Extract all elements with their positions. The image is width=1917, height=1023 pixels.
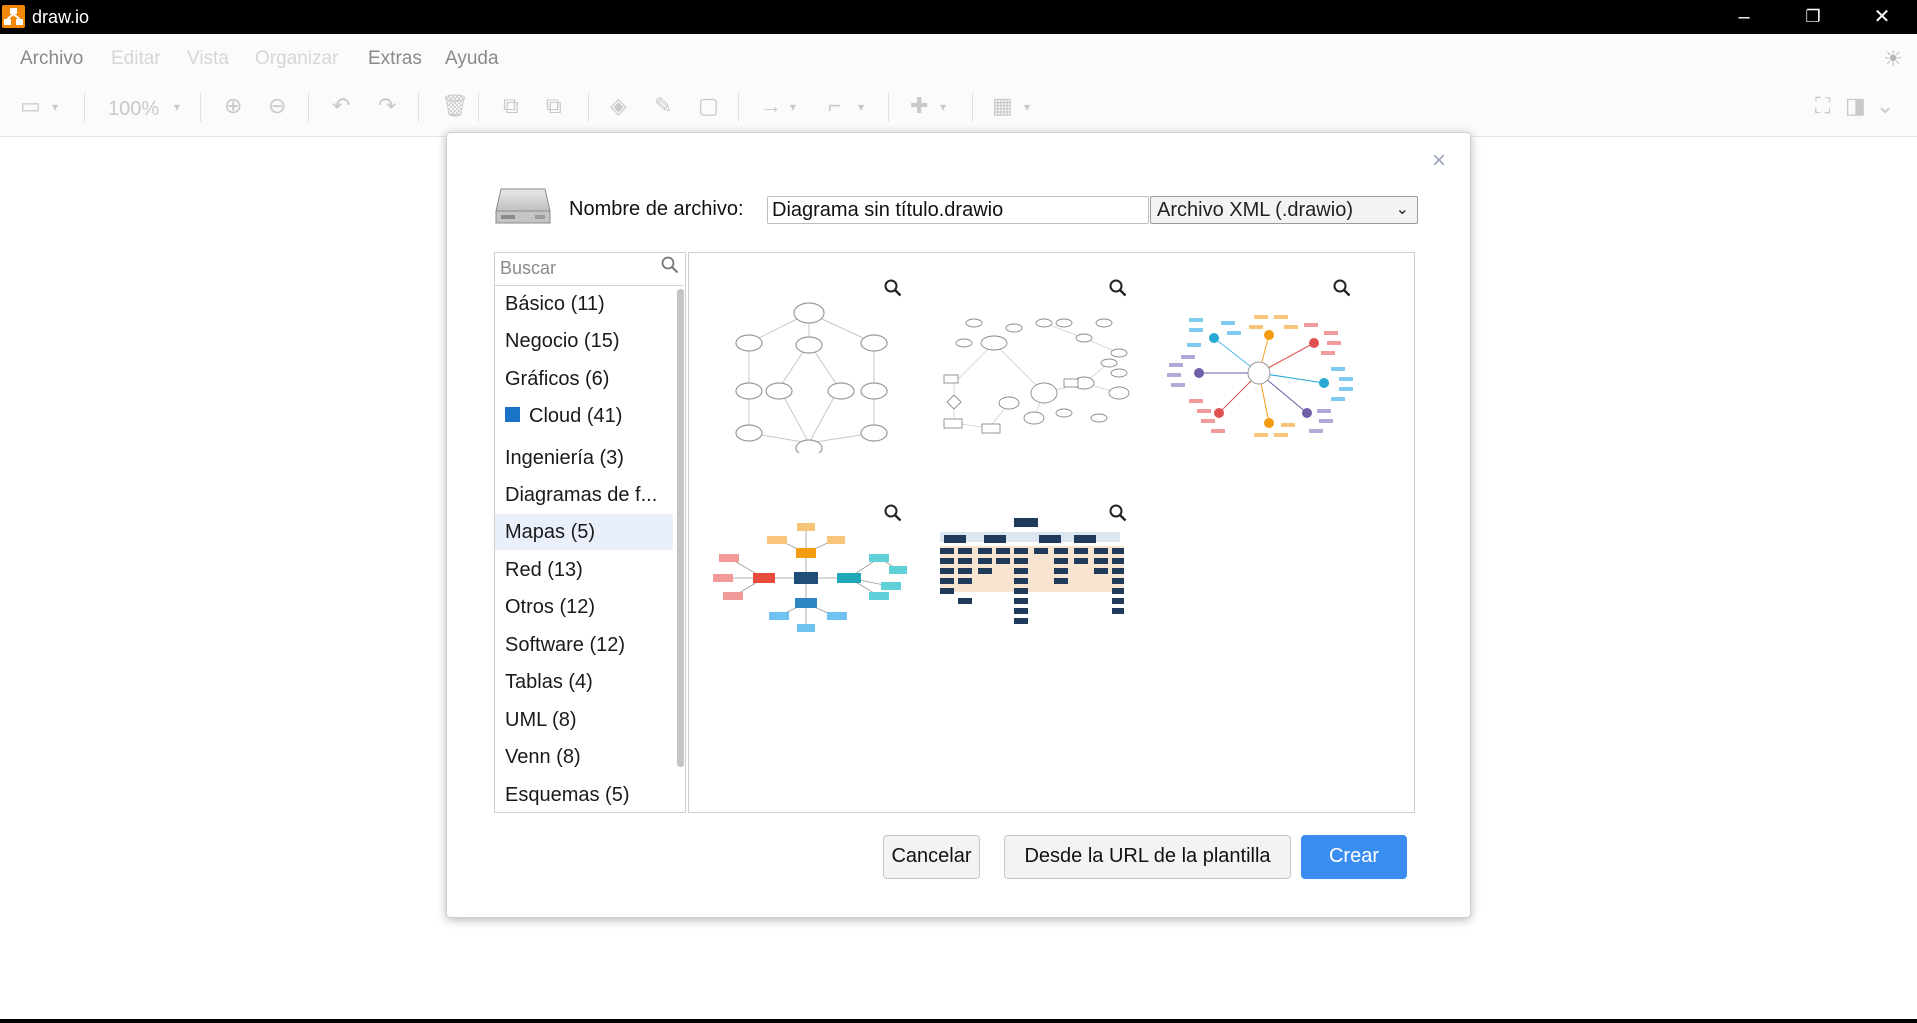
menu-extras[interactable]: Extras <box>368 48 422 70</box>
menu-archivo[interactable]: Archivo <box>20 48 83 70</box>
cancel-button[interactable]: Cancelar <box>883 835 980 879</box>
category-item[interactable]: Venn (8) <box>495 739 673 775</box>
chevron-down-icon: ▾ <box>174 100 181 114</box>
menu-editar[interactable]: Editar <box>111 48 161 70</box>
toolbar-divider <box>308 92 309 122</box>
line-color-icon[interactable]: ✎ <box>654 93 672 119</box>
file-format-select[interactable]: Archivo XML (.drawio) ⌄ <box>1150 196 1418 224</box>
waypoints-icon[interactable]: ⌐ <box>828 93 841 119</box>
category-item[interactable]: Gráficos (6) <box>495 361 673 397</box>
category-item[interactable]: Esquemas (5) <box>495 777 673 812</box>
hard-drive-icon <box>495 188 551 224</box>
close-icon[interactable]: × <box>1432 147 1446 175</box>
chevron-down-icon: ▾ <box>940 100 947 114</box>
file-format-value: Archivo XML (.drawio) <box>1157 199 1353 221</box>
menu-bar: Archivo Editar Vista Organizar Extras Ay… <box>0 34 1917 78</box>
title-bar: draw.io – ❐ ✕ <box>0 0 1917 34</box>
collapse-icon[interactable]: ⌄ <box>1876 93 1894 119</box>
theme-sun-icon[interactable]: ☀ <box>1883 46 1903 72</box>
sidebar-icon[interactable]: ▭ <box>20 93 41 119</box>
toolbar-divider <box>418 92 419 122</box>
window-bottom-border <box>0 1019 1917 1023</box>
category-item[interactable]: Negocio (15) <box>495 323 673 359</box>
filename-label: Nombre de archivo: <box>569 198 744 220</box>
zoom-preview-icon[interactable] <box>1333 279 1351 303</box>
redo-icon[interactable]: ↷ <box>378 93 396 119</box>
toolbar-divider <box>200 92 201 122</box>
cloud-icon <box>505 407 520 423</box>
toolbar-divider <box>888 92 889 122</box>
search-input[interactable] <box>495 253 665 283</box>
category-item[interactable]: Red (13) <box>495 552 673 588</box>
chevron-down-icon: ▾ <box>52 100 59 114</box>
fullscreen-icon[interactable]: ⛶ <box>1815 93 1830 119</box>
undo-icon[interactable]: ↶ <box>332 93 350 119</box>
category-item[interactable]: Básico (11) <box>495 286 673 322</box>
table-icon[interactable]: ▦ <box>992 93 1013 119</box>
category-label: Cloud (41) <box>529 405 623 427</box>
minimize-button[interactable]: – <box>1709 0 1779 34</box>
drawio-logo-icon <box>2 5 25 28</box>
category-item[interactable]: Tablas (4) <box>495 664 673 700</box>
template-thumbnail[interactable] <box>934 508 1134 678</box>
insert-icon[interactable]: ✚ <box>910 93 928 119</box>
chevron-down-icon: ▾ <box>858 100 865 114</box>
menu-organizar[interactable]: Organizar <box>255 48 338 70</box>
zoom-preview-icon[interactable] <box>1109 279 1127 303</box>
format-panel-icon[interactable]: ◨ <box>1845 93 1866 119</box>
category-item[interactable]: Cloud (41) <box>495 398 673 434</box>
app-title: draw.io <box>32 7 90 27</box>
filename-input[interactable] <box>767 196 1149 224</box>
chevron-down-icon: ▾ <box>790 100 797 114</box>
zoom-level[interactable]: 100% <box>108 98 159 121</box>
zoom-preview-icon[interactable] <box>884 279 902 303</box>
connection-icon[interactable]: → <box>760 93 782 119</box>
category-scrollbar[interactable] <box>677 289 684 767</box>
zoom-out-icon[interactable]: ⊖ <box>268 93 286 119</box>
search-box <box>495 253 683 286</box>
toolbar-divider <box>478 92 479 122</box>
category-item[interactable]: Ingeniería (3) <box>495 440 673 476</box>
chevron-down-icon: ⌄ <box>1395 201 1409 218</box>
zoom-preview-icon[interactable] <box>1109 504 1127 528</box>
toolbar: ▭ ▾ 100% ▾ ⊕ ⊖ ↶ ↷ 🗑 ⧉ ⧉ ◈ ✎ ▢ → ▾ ⌐ ▾ ✚… <box>0 78 1917 137</box>
shadow-icon[interactable]: ▢ <box>698 93 719 119</box>
fill-color-icon[interactable]: ◈ <box>610 93 627 119</box>
template-url-button[interactable]: Desde la URL de la plantilla <box>1004 835 1291 879</box>
template-thumbnail[interactable] <box>1159 283 1359 453</box>
category-panel: Básico (11) Negocio (15) Gráficos (6) Cl… <box>494 252 686 813</box>
restore-button[interactable]: ❐ <box>1778 0 1848 34</box>
template-thumbnail[interactable] <box>934 283 1134 453</box>
category-item[interactable]: Software (12) <box>495 627 673 663</box>
zoom-preview-icon[interactable] <box>884 504 902 528</box>
to-back-icon[interactable]: ⧉ <box>546 93 562 119</box>
toolbar-divider <box>738 92 739 122</box>
category-item-selected[interactable]: Mapas (5) <box>495 514 673 550</box>
search-icon[interactable] <box>661 256 679 279</box>
zoom-in-icon[interactable]: ⊕ <box>224 93 242 119</box>
category-item[interactable]: UML (8) <box>495 702 673 738</box>
category-item[interactable]: Otros (12) <box>495 589 673 625</box>
delete-icon[interactable]: 🗑 <box>441 93 469 119</box>
template-grid <box>688 252 1415 813</box>
category-item[interactable]: Diagramas de f... <box>495 477 673 513</box>
menu-ayuda[interactable]: Ayuda <box>445 48 499 70</box>
menu-vista[interactable]: Vista <box>187 48 229 70</box>
chevron-down-icon: ▾ <box>1024 100 1031 114</box>
template-thumbnail[interactable] <box>709 508 909 678</box>
template-thumbnail[interactable] <box>709 283 909 457</box>
new-diagram-dialog: × Nombre de archivo: Archivo XML (.drawi… <box>446 132 1471 918</box>
toolbar-divider <box>84 92 85 122</box>
toolbar-divider <box>972 92 973 122</box>
to-front-icon[interactable]: ⧉ <box>503 93 519 119</box>
close-window-button[interactable]: ✕ <box>1847 0 1917 34</box>
create-button[interactable]: Crear <box>1301 835 1407 879</box>
toolbar-divider <box>588 92 589 122</box>
